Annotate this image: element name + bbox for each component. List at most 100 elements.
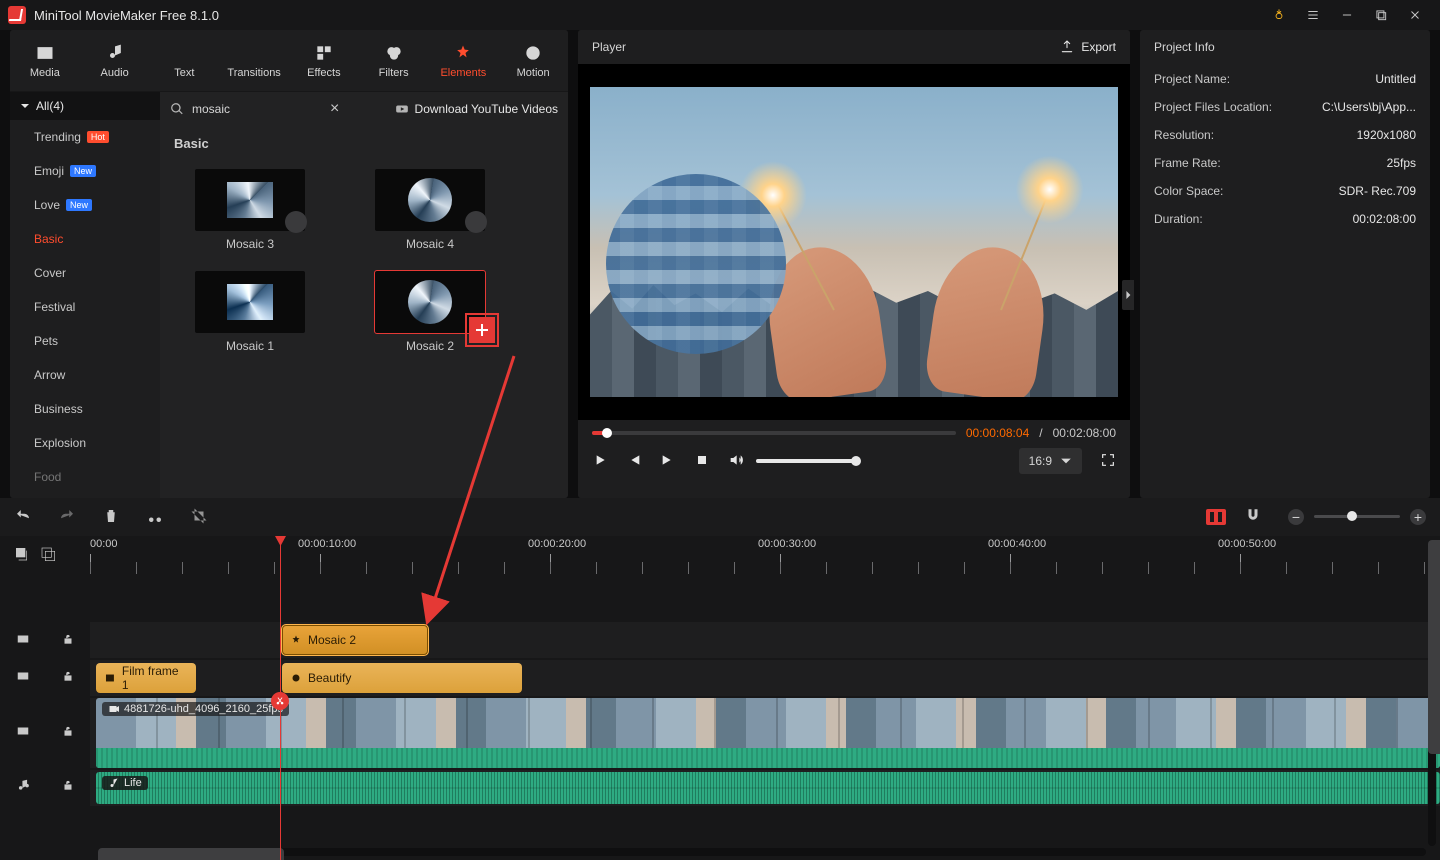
clip-mosaic-2[interactable]: Mosaic 2	[282, 625, 428, 655]
sidebar-item-explosion[interactable]: Explosion	[10, 426, 160, 460]
element-icon	[290, 634, 302, 646]
volume-button[interactable]	[728, 452, 744, 471]
clip-video-main[interactable]: 4881726-uhd_4096_2160_25fps	[96, 698, 1440, 768]
tab-filters[interactable]: Filters	[359, 30, 429, 91]
track-headers	[0, 536, 90, 860]
maximize-icon[interactable]	[1364, 0, 1398, 30]
add-track-button[interactable]	[14, 546, 30, 565]
tab-motion[interactable]: Motion	[498, 30, 568, 91]
music-icon	[108, 777, 120, 789]
sidebar-item-food[interactable]: Food	[10, 460, 160, 494]
sidebar-item-emoji[interactable]: EmojiNew	[10, 154, 160, 188]
element-mosaic-1[interactable]: Mosaic 1	[190, 271, 310, 353]
sidebar-item-love[interactable]: LoveNew	[10, 188, 160, 222]
timeline-ruler[interactable]: 00:00 00:00:10:00 00:00:20:00 00:00:30:0…	[90, 536, 1440, 574]
tab-text[interactable]: Text	[150, 30, 220, 91]
download-youtube-link[interactable]: Download YouTube Videos	[395, 102, 558, 116]
minimize-icon[interactable]	[1330, 0, 1364, 30]
track-overlays[interactable]: Film frame 1 Beautify	[90, 660, 1440, 696]
playhead[interactable]	[280, 536, 281, 860]
timeline-toolbar: − +	[0, 498, 1440, 536]
volume-slider[interactable]	[756, 459, 856, 463]
lock-icon[interactable]	[61, 669, 75, 686]
tab-effects[interactable]: Effects	[289, 30, 359, 91]
split-button[interactable]	[146, 507, 164, 528]
export-icon	[1059, 39, 1075, 55]
element-mosaic-2[interactable]: Mosaic 2	[370, 271, 490, 353]
stop-button[interactable]	[694, 452, 710, 471]
sidebar-item-festival[interactable]: Festival	[10, 290, 160, 324]
lock-icon[interactable]	[61, 724, 75, 741]
tab-elements[interactable]: Elements	[429, 30, 499, 91]
library-sidebar[interactable]: All(4) TrendingHot EmojiNew LoveNew Basi…	[10, 92, 160, 498]
download-icon[interactable]	[465, 211, 487, 233]
sidebar-item-basic[interactable]: Basic	[10, 222, 160, 256]
sidebar-item-arrow[interactable]: Arrow	[10, 358, 160, 392]
badge-new: New	[66, 199, 92, 211]
menu-icon[interactable]	[1296, 0, 1330, 30]
info-row-colorspace: Color Space:SDR- Rec.709	[1154, 184, 1416, 198]
clear-search-icon[interactable]: ×	[326, 101, 343, 117]
sidebar-header[interactable]: All(4)	[10, 92, 160, 120]
tab-transitions[interactable]: Transitions	[219, 30, 289, 91]
zoom-out-button[interactable]: −	[1288, 509, 1304, 525]
track-type-icon[interactable]	[16, 778, 30, 795]
close-icon[interactable]	[1398, 0, 1432, 30]
seek-bar[interactable]	[592, 431, 956, 435]
clip-audio-life[interactable]: Life	[96, 772, 1440, 804]
aspect-ratio-select[interactable]: 16:9	[1019, 448, 1082, 474]
play-button[interactable]	[592, 452, 608, 471]
zoom-control: − +	[1288, 509, 1426, 525]
redo-button[interactable]	[58, 507, 76, 528]
fullscreen-button[interactable]	[1100, 452, 1116, 471]
track-head-overlay	[0, 658, 90, 696]
zoom-in-button[interactable]: +	[1410, 509, 1426, 525]
video-icon	[108, 703, 120, 715]
search-field[interactable]	[190, 101, 320, 117]
playhead-split-icon[interactable]	[271, 692, 289, 710]
ruler-label: 00:00:40:00	[988, 538, 1046, 550]
track-options-button[interactable]	[40, 546, 56, 565]
upgrade-icon[interactable]	[1262, 0, 1296, 30]
element-mosaic-4[interactable]: Mosaic 4	[370, 169, 490, 251]
zoom-slider[interactable]	[1314, 515, 1400, 518]
clip-film-frame-1[interactable]: Film frame 1	[96, 663, 196, 693]
clip-beautify[interactable]: Beautify	[282, 663, 522, 693]
delete-button[interactable]	[102, 507, 120, 528]
prev-frame-button[interactable]	[626, 452, 642, 471]
track-video[interactable]: 4881726-uhd_4096_2160_25fps	[90, 698, 1440, 768]
sidebar-item-trending[interactable]: TrendingHot	[10, 120, 160, 154]
collapse-info-panel[interactable]	[1122, 280, 1134, 310]
add-to-timeline-icon[interactable]	[469, 317, 495, 343]
track-audio[interactable]: Life	[90, 770, 1440, 806]
titlebar: MiniTool MovieMaker Free 8.1.0	[0, 0, 1440, 30]
crop-button[interactable]	[190, 507, 208, 528]
track-type-icon[interactable]	[16, 669, 30, 686]
timeline-h-scrollbar[interactable]	[98, 848, 1426, 856]
timeline-tracks[interactable]: 00:00 00:00:10:00 00:00:20:00 00:00:30:0…	[90, 536, 1440, 860]
youtube-icon	[395, 102, 409, 116]
tab-media[interactable]: Media	[10, 30, 80, 91]
track-head-audio	[0, 768, 90, 804]
tab-audio[interactable]: Audio	[80, 30, 150, 91]
next-frame-button[interactable]	[660, 452, 676, 471]
time-separator: /	[1039, 426, 1042, 440]
element-mosaic-3[interactable]: Mosaic 3	[190, 169, 310, 251]
track-elements[interactable]: Mosaic 2	[90, 622, 1440, 658]
sidebar-item-business[interactable]: Business	[10, 392, 160, 426]
sidebar-item-cover[interactable]: Cover	[10, 256, 160, 290]
track-type-icon[interactable]	[16, 632, 30, 649]
ruler-label: 00:00:10:00	[298, 538, 356, 550]
track-type-icon[interactable]	[16, 724, 30, 741]
snap-toggle[interactable]	[1206, 509, 1226, 525]
undo-button[interactable]	[14, 507, 32, 528]
export-button[interactable]: Export	[1059, 39, 1116, 55]
sidebar-item-pets[interactable]: Pets	[10, 324, 160, 358]
search-input[interactable]: ×	[170, 101, 343, 117]
timeline-v-scrollbar[interactable]	[1428, 540, 1436, 846]
download-icon[interactable]	[285, 211, 307, 233]
lock-icon[interactable]	[61, 778, 75, 795]
lock-icon[interactable]	[61, 632, 75, 649]
player-viewport[interactable]	[578, 64, 1130, 420]
magnet-toggle[interactable]	[1244, 507, 1262, 528]
